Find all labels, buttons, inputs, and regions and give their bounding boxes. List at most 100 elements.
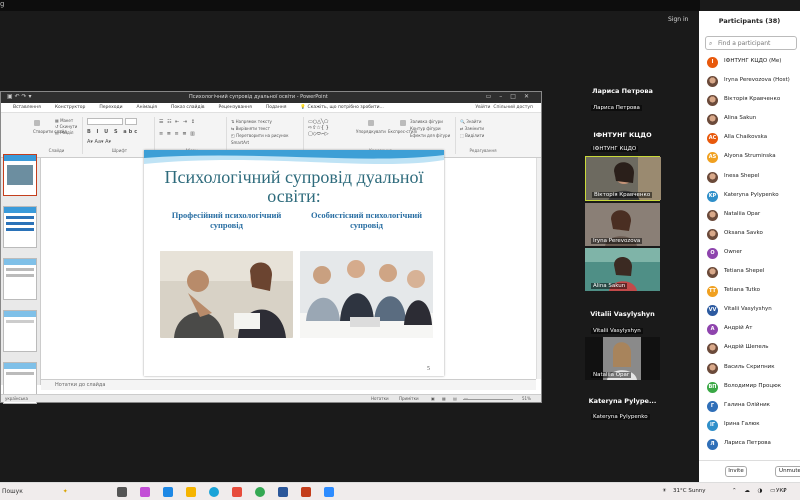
slide-thumbnail[interactable] [3, 310, 37, 352]
list-buttons[interactable]: ☰ ☷ ⇤ ⇥ ↕ [159, 119, 196, 125]
avatar [707, 228, 718, 240]
participants-footer: Invite Unmute [699, 460, 800, 482]
zoom-slider[interactable] [463, 399, 513, 400]
video-tile[interactable]: Alina Sakun [585, 248, 660, 291]
participants-title: Participants (38) [718, 17, 781, 25]
zoom-icon[interactable] [324, 487, 334, 497]
edge-icon[interactable] [209, 487, 219, 497]
participant-name: Андрій Ат [724, 325, 753, 332]
shared-screen-powerpoint[interactable]: ▣ ↶ ↷ ▾ Психологічний супровід дуальної … [0, 91, 542, 404]
new-slide-icon [34, 120, 40, 126]
video-tile-active-speaker[interactable]: Вікторія Кравченко [585, 156, 661, 201]
section-button[interactable]: ▤ Розділ [55, 130, 77, 136]
video-tile[interactable]: ІФНТУНГ КЦДО ІФНТУНГ КЦДО [585, 118, 660, 154]
slide-notes[interactable]: Нотатки до слайда [41, 379, 536, 390]
avatar [707, 114, 718, 126]
tab-animation[interactable]: Анімація [137, 105, 157, 110]
participant-row[interactable]: Вікторія Кравченко [699, 91, 800, 110]
copilot-icon[interactable] [140, 487, 150, 497]
participant-row[interactable]: Oksana Savko [699, 225, 800, 244]
slide-thumbnail[interactable] [3, 206, 37, 248]
video-tile[interactable]: Iryna Perevozova [585, 203, 660, 246]
window-controls[interactable]: ▭–□✕ [486, 93, 537, 100]
chrome-icon[interactable] [255, 487, 265, 497]
video-tile[interactable]: Kateryna Pylype... Kateryna Pylypenko [585, 384, 660, 422]
participant-row[interactable]: Андрій Шепель [699, 339, 800, 358]
shape-effects-button[interactable]: Ефекти для фігури [410, 132, 450, 139]
participant-row[interactable]: Inesa Shepel [699, 168, 800, 187]
slide-thumbnail[interactable] [3, 258, 37, 300]
tile-name-label: Kateryna Pylypenko [591, 414, 650, 420]
status-notes-button[interactable]: Нотатки [371, 396, 389, 401]
font-format-buttons[interactable]: B I U S abc [87, 129, 139, 135]
section-label: Розділ [60, 130, 74, 135]
participant-row[interactable]: VV Vitalii Vasylyshyn [699, 301, 800, 320]
participant-row[interactable]: TT Tetiana Tutko [699, 282, 800, 301]
align-buttons[interactable]: ≡ ≣ ≡ ≣ ▥ [159, 131, 196, 137]
word-icon[interactable] [278, 487, 288, 497]
video-tile[interactable]: Лариса Петрова Лариса Петрова [585, 77, 660, 113]
shapes-gallery[interactable]: ▭○△╲⬠ ⇨⇧☆{ } ▢◇⬭⌒▷ [308, 119, 353, 141]
arrange-button[interactable]: Упорядкувати [356, 119, 386, 135]
avatar [707, 95, 718, 107]
weather-text[interactable]: 31°C Sunny [673, 488, 706, 494]
shape-fill-button[interactable]: Заливка фігури [410, 118, 450, 125]
taskbar-search[interactable]: Пошук ✦ [0, 486, 104, 498]
participant-name: Alla Chaikovska [724, 134, 768, 141]
tab-slideshow[interactable]: Показ слайдів [171, 105, 204, 110]
task-view-icon[interactable] [117, 487, 127, 497]
current-slide[interactable]: Психологічний супровід дуальної освіти: … [144, 150, 444, 376]
tile-name-label: Alina Sakun [591, 283, 628, 289]
powerpoint-icon[interactable] [301, 487, 311, 497]
participant-row[interactable]: O Owner [699, 244, 800, 263]
text-direction-button[interactable]: ⇅ Напрямок тексту [231, 118, 303, 125]
sign-in-link[interactable]: Sign in [668, 16, 688, 23]
participant-row[interactable]: Г Галина Олійник [699, 397, 800, 416]
subtitle-professional: Професійний психологічний супровід [171, 210, 282, 230]
slide-thumbnail[interactable] [3, 154, 37, 196]
participant-row[interactable]: Iryna Perevozova (Host) [699, 72, 800, 91]
smartart-button[interactable]: ◰ Перетворити на рисунок SmartArt [231, 132, 303, 146]
participant-row[interactable]: Nataliia Opar [699, 206, 800, 225]
tab-transitions[interactable]: Переходи [99, 105, 122, 110]
tell-me-search[interactable]: 💡 Скажіть, що потрібно зробити... [300, 105, 383, 110]
align-text-button[interactable]: ⇆ Вирівняти текст [231, 125, 303, 132]
input-language[interactable]: УКР [776, 488, 787, 494]
file-explorer-icon[interactable] [186, 487, 196, 497]
participant-row[interactable]: ВП Володимир Процюк [699, 378, 800, 397]
video-tile[interactable]: Nataliia Opar [585, 337, 660, 380]
participant-row[interactable]: Василь Скрипник [699, 359, 800, 378]
outlook-icon[interactable] [163, 487, 173, 497]
tab-review[interactable]: Рецензування [218, 105, 251, 110]
find-button[interactable]: 🔍 Знайти [460, 118, 484, 125]
participant-row[interactable]: I ІФНТУНГ КЦДО (Me) [699, 53, 800, 72]
participant-row[interactable]: AS Alyona Struminska [699, 148, 800, 167]
participant-search-input[interactable]: ⌕ Find a participant [705, 36, 797, 50]
replace-button[interactable]: ⇄ Замінити [460, 125, 484, 132]
slide-scrollbar[interactable] [536, 158, 541, 379]
font-name-box[interactable] [87, 118, 123, 125]
sign-in-button[interactable]: Увійти [475, 105, 490, 110]
tab-view[interactable]: Подання [266, 105, 287, 110]
invite-button[interactable]: Invite [725, 466, 747, 477]
powerpoint-small-icon[interactable] [232, 487, 242, 497]
tab-insert[interactable]: Вставлення [13, 105, 41, 110]
share-button[interactable]: Спільний доступ [493, 105, 533, 110]
select-button[interactable]: ⬚ Виділити [460, 132, 484, 139]
status-comments-button[interactable]: Примітки [399, 396, 419, 401]
participant-row[interactable]: Alina Sakun [699, 110, 800, 129]
participant-name: Nataliia Opar [724, 210, 761, 217]
participant-row[interactable]: ІГ Ірина Галюк [699, 416, 800, 435]
unmute-button[interactable]: Unmute [775, 466, 800, 477]
font-size-box[interactable] [125, 118, 137, 125]
participant-row[interactable]: AC Alla Chaikovska [699, 129, 800, 148]
video-tile[interactable]: Vitalii Vasylyshyn Vitalii Vasylyshyn [585, 300, 660, 336]
font-color-buttons[interactable]: A▾ Aa▾ A▾ [87, 139, 111, 145]
tab-design[interactable]: Конструктор [55, 105, 85, 110]
participant-row[interactable]: А Андрій Ат [699, 320, 800, 339]
participant-row[interactable]: Л Лариса Петрова [699, 435, 800, 454]
participant-row[interactable]: KP Kateryna Pylypenko [699, 187, 800, 206]
quick-access-toolbar[interactable]: ▣ ↶ ↷ ▾ [7, 93, 31, 100]
shape-outline-button[interactable]: Контур фігури [410, 125, 450, 132]
participant-row[interactable]: Tetiana Shepel [699, 263, 800, 282]
